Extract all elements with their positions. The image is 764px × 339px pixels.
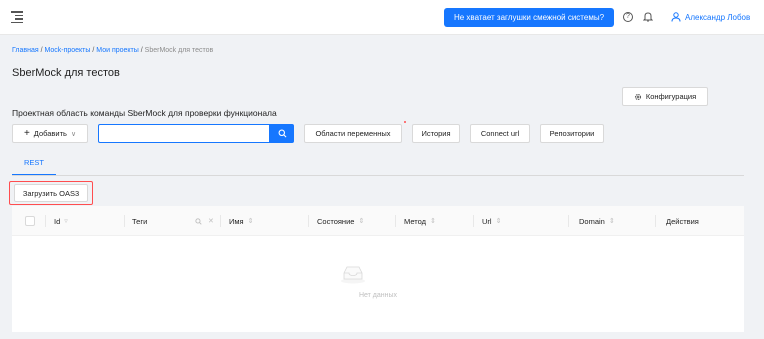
column-state-label: Состояние xyxy=(317,216,355,226)
chevron-down-icon: ∨ xyxy=(70,130,77,138)
breadcrumb-item-mock-projects[interactable]: Mock-проекты xyxy=(45,47,91,54)
user-name[interactable]: Александр Лобов xyxy=(685,13,750,22)
search-input[interactable] xyxy=(98,124,270,143)
search-button[interactable] xyxy=(270,124,294,143)
user-icon[interactable] xyxy=(671,12,681,22)
column-separator xyxy=(220,215,221,227)
sort-icon[interactable]: ⇕ xyxy=(430,217,436,225)
tabs-divider xyxy=(12,175,744,176)
bell-icon[interactable] xyxy=(643,11,653,22)
column-url[interactable]: Url ⇕ xyxy=(482,206,501,236)
column-domain[interactable]: Domain ⇕ xyxy=(579,206,615,236)
top-bar: Не хватает заглушки смежной системы? ? А… xyxy=(0,0,764,35)
page-title: SberMock для тестов xyxy=(12,67,120,79)
history-button[interactable]: История xyxy=(412,124,460,143)
empty-state-text: Нет данных xyxy=(358,292,398,299)
configuration-button[interactable]: Конфигурация xyxy=(622,87,708,106)
empty-inbox-icon xyxy=(341,266,365,284)
section-title: Проектная область команды SberMock для п… xyxy=(12,108,277,118)
column-name[interactable]: Имя ⇕ xyxy=(229,206,253,236)
sort-icon[interactable]: ⇕ xyxy=(358,217,364,225)
column-method-label: Метод xyxy=(404,216,426,226)
configuration-label: Конфигурация xyxy=(645,92,697,101)
filter-icon[interactable]: ▿ xyxy=(64,217,68,225)
column-tags-label: Теги xyxy=(132,216,148,226)
column-tags[interactable]: Теги xyxy=(132,206,147,236)
column-separator xyxy=(124,215,125,227)
endpoints-table: Id ▿ Теги ✕ Имя ⇕ Состояние ⇕ Метод ⇕ Url ⇕ D… xyxy=(12,206,744,332)
breadcrumb-separator: / xyxy=(40,47,43,54)
breadcrumb-item-home[interactable]: Главная xyxy=(12,47,39,54)
gear-icon xyxy=(634,93,641,100)
column-domain-label: Domain xyxy=(579,216,605,226)
column-id[interactable]: Id ▿ xyxy=(54,206,68,236)
search-icon xyxy=(278,129,286,138)
repositories-button[interactable]: Репозитории xyxy=(540,124,604,143)
table-header: Id ▿ Теги ✕ Имя ⇕ Состояние ⇕ Метод ⇕ Url ⇕ D… xyxy=(12,206,744,236)
tab-rest[interactable]: REST xyxy=(12,156,56,176)
column-tags-tools: ✕ xyxy=(195,206,214,236)
column-separator xyxy=(395,215,396,227)
notification-dot xyxy=(404,121,406,123)
close-icon[interactable]: ✕ xyxy=(208,217,214,225)
column-name-label: Имя xyxy=(229,216,244,226)
column-id-label: Id xyxy=(54,216,61,226)
column-separator xyxy=(45,215,46,227)
column-separator xyxy=(473,215,474,227)
variable-scopes-button[interactable]: Области переменных xyxy=(304,124,402,143)
plus-icon: + xyxy=(23,128,30,139)
column-state[interactable]: Состояние ⇕ xyxy=(317,206,364,236)
breadcrumb-separator: / xyxy=(92,47,95,54)
breadcrumb-current: SberMock для тестов xyxy=(144,47,214,54)
sort-icon[interactable]: ⇕ xyxy=(248,217,254,225)
breadcrumb-separator: / xyxy=(140,47,143,54)
question-circle-icon[interactable]: ? xyxy=(623,12,633,22)
breadcrumb-item-my-projects[interactable]: Мои проекты xyxy=(96,47,139,54)
connect-url-button[interactable]: Connect url xyxy=(470,124,530,143)
column-separator xyxy=(568,215,569,227)
sort-icon[interactable]: ⇕ xyxy=(609,217,615,225)
column-separator xyxy=(655,215,656,227)
add-dropdown-button[interactable]: + Добавить ∨ xyxy=(12,124,88,143)
add-label: Добавить xyxy=(33,129,67,138)
column-separator xyxy=(308,215,309,227)
search-icon[interactable] xyxy=(195,217,202,225)
column-actions: Действия xyxy=(666,206,699,236)
highlight-outline xyxy=(9,181,93,205)
column-method[interactable]: Метод ⇕ xyxy=(404,206,436,236)
menu-fold-icon[interactable] xyxy=(11,11,23,23)
missing-stub-button[interactable]: Не хватает заглушки смежной системы? xyxy=(444,8,614,27)
breadcrumb: Главная / Mock-проекты / Мои проекты / S… xyxy=(12,47,213,54)
select-all-checkbox[interactable] xyxy=(25,216,35,226)
sort-icon[interactable]: ⇕ xyxy=(496,217,502,225)
column-url-label: Url xyxy=(482,216,492,226)
column-actions-label: Действия xyxy=(666,216,699,226)
